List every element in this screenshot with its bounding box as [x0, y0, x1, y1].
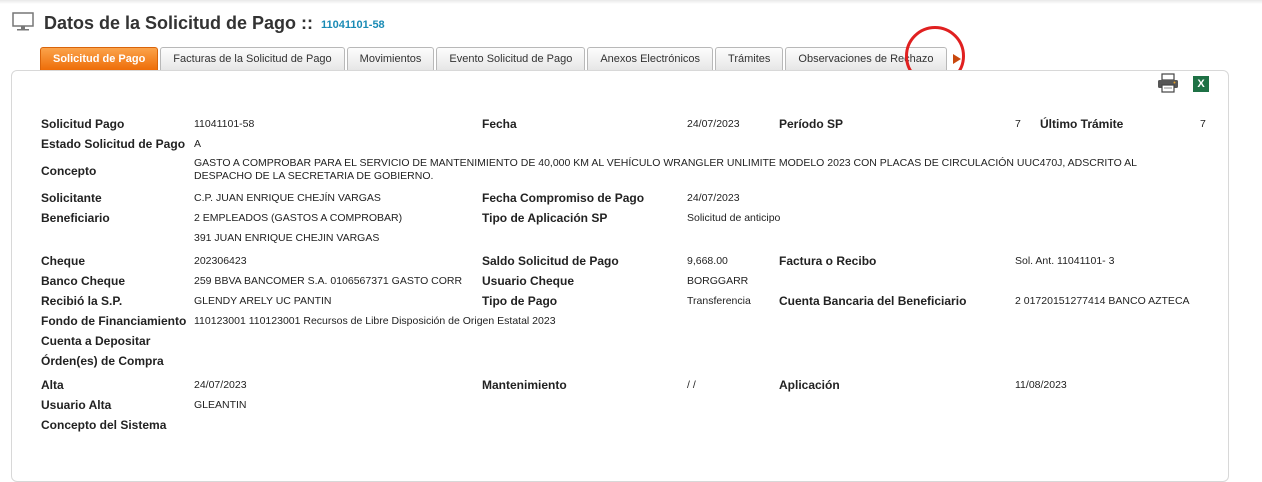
tab-evento[interactable]: Evento Solicitud de Pago — [436, 47, 586, 70]
top-bar — [0, 0, 1262, 4]
tab-scroll-right-icon[interactable] — [952, 54, 961, 64]
label-saldo: Saldo Solicitud de Pago — [482, 254, 619, 268]
value-factura: Sol. Ant. 11041101- 3 — [1015, 255, 1115, 267]
request-id: 11041101-58 — [321, 19, 385, 31]
monitor-icon — [12, 12, 34, 31]
label-ultimo-tramite: Último Trámite — [1040, 117, 1124, 131]
print-icon[interactable] — [1157, 73, 1179, 93]
label-tipo-aplicacion: Tipo de Aplicación SP — [482, 211, 608, 225]
label-tipo-pago: Tipo de Pago — [482, 294, 558, 308]
value-periodo-sp: 7 — [1015, 118, 1021, 130]
value-aplicacion: 11/08/2023 — [1015, 379, 1067, 391]
label-fecha: Fecha — [482, 117, 517, 131]
tab-tramites[interactable]: Trámites — [715, 47, 784, 70]
value-saldo: 9,668.00 — [687, 255, 728, 267]
label-mantenimiento: Mantenimiento — [482, 378, 567, 392]
label-factura: Factura o Recibo — [779, 254, 877, 268]
value-beneficiario-2: 391 JUAN ENRIQUE CHEJIN VARGAS — [194, 232, 380, 244]
label-usuario-cheque: Usuario Cheque — [482, 274, 575, 288]
value-tipo-pago: Transferencia — [687, 295, 751, 307]
label-concepto: Concepto — [41, 164, 97, 178]
value-solicitante: C.P. JUAN ENRIQUE CHEJÍN VARGAS — [194, 192, 381, 204]
tab-movimientos[interactable]: Movimientos — [346, 47, 435, 70]
label-solicitante: Solicitante — [41, 191, 102, 205]
label-beneficiario: Beneficiario — [41, 211, 110, 225]
value-alta: 24/07/2023 — [194, 379, 247, 391]
value-usuario-alta: GLEANTIN — [194, 399, 247, 411]
value-fecha: 24/07/2023 — [687, 118, 740, 130]
label-usuario-alta: Usuario Alta — [41, 398, 112, 412]
value-beneficiario: 2 EMPLEADOS (GASTOS A COMPROBAR) — [194, 212, 403, 224]
value-ultimo-tramite: 7 — [1200, 118, 1206, 130]
page-header: Datos de la Solicitud de Pago :: 1104110… — [12, 10, 385, 36]
value-estado: A — [194, 138, 202, 150]
tab-solicitud-de-pago[interactable]: Solicitud de Pago — [40, 47, 159, 70]
label-ordenes-compra: Órden(es) de Compra — [41, 354, 164, 368]
label-cheque: Cheque — [41, 254, 86, 268]
label-recibio: Recibió la S.P. — [41, 294, 123, 308]
value-usuario-cheque: BORGGARR — [687, 275, 749, 287]
value-fecha-compromiso: 24/07/2023 — [687, 192, 740, 204]
label-alta: Alta — [41, 378, 64, 392]
label-estado: Estado Solicitud de Pago — [41, 137, 186, 151]
value-solicitud-pago: 11041101-58 — [194, 118, 255, 130]
tab-facturas[interactable]: Facturas de la Solicitud de Pago — [160, 47, 345, 70]
value-fondo: 110123001 110123001 Recursos de Libre Di… — [194, 315, 556, 327]
value-mantenimiento: / / — [687, 379, 696, 391]
label-fecha-compromiso: Fecha Compromiso de Pago — [482, 191, 645, 205]
tab-bar: Solicitud de Pago Facturas de la Solicit… — [40, 46, 961, 70]
label-cuenta-beneficiario: Cuenta Bancaria del Beneficiario — [779, 294, 967, 308]
label-aplicacion: Aplicación — [779, 378, 840, 392]
label-banco-cheque: Banco Cheque — [41, 274, 126, 288]
label-concepto-sistema: Concepto del Sistema — [41, 418, 167, 432]
label-solicitud-pago: Solicitud Pago — [41, 117, 125, 131]
tab-anexos[interactable]: Anexos Electrónicos — [587, 47, 714, 70]
label-cuenta-depositar: Cuenta a Depositar — [41, 334, 151, 348]
value-tipo-aplicacion: Solicitud de anticipo — [687, 212, 781, 224]
page-title: Datos de la Solicitud de Pago :: — [44, 12, 314, 33]
value-recibio: GLENDY ARELY UC PANTIN — [194, 295, 332, 307]
value-concepto: GASTO A COMPROBAR PARA EL SERVICIO DE MA… — [194, 157, 1137, 182]
label-periodo-sp: Período SP — [779, 117, 844, 131]
excel-export-icon[interactable]: X — [1193, 76, 1209, 92]
value-banco-cheque: 259 BBVA BANCOMER S.A. 0106567371 GASTO … — [194, 275, 463, 287]
tab-observaciones[interactable]: Observaciones de Rechazo — [785, 47, 947, 70]
value-cuenta-beneficiario: 2 01720151277414 BANCO AZTECA — [1015, 295, 1190, 307]
value-cheque: 202306423 — [194, 255, 247, 267]
label-fondo: Fondo de Financiamiento — [41, 314, 187, 328]
